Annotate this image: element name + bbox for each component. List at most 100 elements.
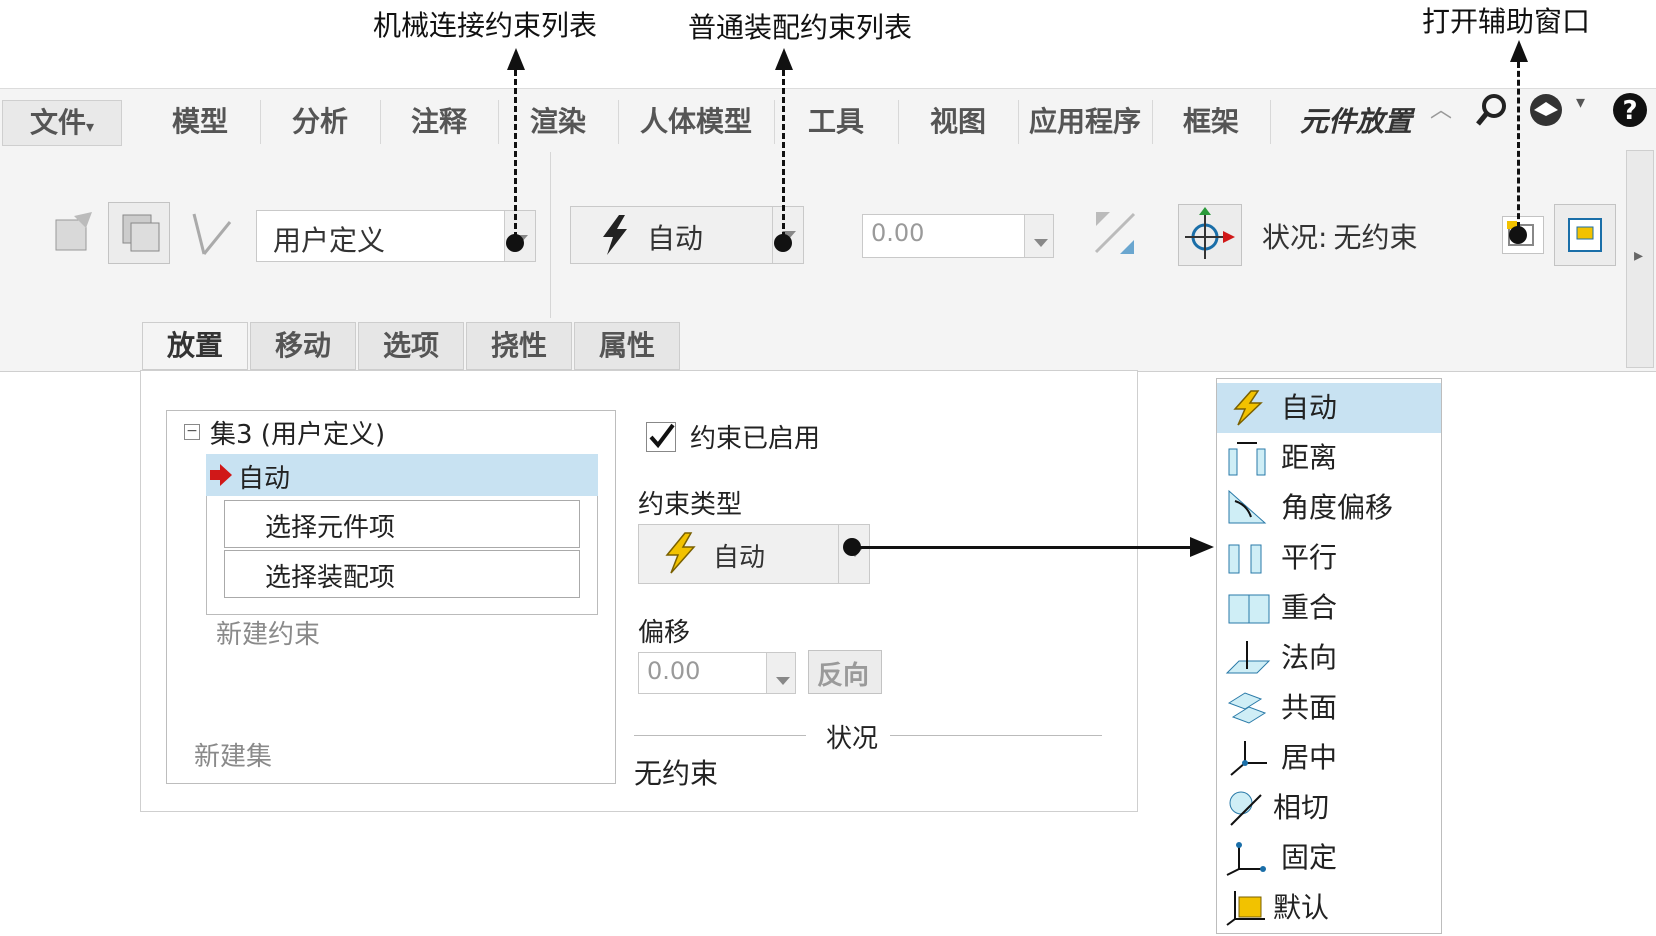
tab-options[interactable]: 选项 bbox=[358, 322, 464, 370]
angle-offset-icon bbox=[1228, 489, 1267, 524]
constraint-enabled-checkbox[interactable] bbox=[646, 422, 676, 452]
community-dropdown-icon[interactable]: ▾ bbox=[1576, 92, 1585, 113]
tab-file[interactable]: 文件▾ bbox=[2, 100, 122, 146]
list-item-tangent[interactable]: 相切 bbox=[1217, 783, 1441, 833]
panel-offset-input[interactable]: 0.00 bbox=[638, 652, 796, 694]
chevron-right-icon: ▸ bbox=[1634, 245, 1644, 266]
toolbar-status: 状况: 无约束 bbox=[1262, 216, 1417, 256]
new-constraint-link[interactable]: 新建约束 bbox=[216, 614, 320, 651]
tab-tools[interactable]: 工具 bbox=[774, 100, 899, 144]
tab-analysis[interactable]: 分析 bbox=[260, 100, 381, 144]
status-label: 状况: bbox=[1262, 221, 1328, 254]
panel-constraint-type-dropdown[interactable]: 自动 bbox=[638, 524, 870, 584]
collapse-ribbon-icon[interactable]: ︿ bbox=[1430, 92, 1452, 124]
chevron-down-icon[interactable] bbox=[766, 653, 795, 693]
motion-axis-icon[interactable] bbox=[184, 208, 236, 258]
new-set-link[interactable]: 新建集 bbox=[194, 736, 272, 773]
list-item-label: 平行 bbox=[1281, 541, 1338, 574]
list-item-label: 角度偏移 bbox=[1281, 491, 1394, 524]
normal-icon bbox=[1225, 641, 1271, 674]
callout-aux-window: 打开辅助窗口 bbox=[1422, 5, 1591, 38]
list-item-distance[interactable]: 距离 bbox=[1217, 433, 1441, 483]
connection-icon[interactable] bbox=[52, 210, 98, 256]
collapse-icon[interactable]: − bbox=[184, 424, 200, 440]
ribbon-divider bbox=[550, 152, 551, 318]
leader-dot bbox=[506, 234, 524, 252]
list-item-label: 共面 bbox=[1281, 691, 1338, 724]
offset-value: 0.00 bbox=[871, 219, 925, 247]
connection-type-dropdown[interactable]: 用户定义 bbox=[256, 210, 536, 262]
list-item-coplanar[interactable]: 共面 bbox=[1217, 683, 1441, 733]
checkmark-icon bbox=[649, 423, 675, 449]
tree-set-label[interactable]: 集3 (用户定义) bbox=[210, 414, 385, 451]
chevron-down-icon: ▾ bbox=[85, 117, 95, 136]
list-item-default[interactable]: 默认 bbox=[1217, 883, 1441, 933]
tab-frame[interactable]: 框架 bbox=[1152, 100, 1271, 144]
tree-selected-row[interactable]: 自动 bbox=[206, 454, 598, 496]
list-item-centered[interactable]: 居中 bbox=[1217, 733, 1441, 783]
leader-arrowhead bbox=[507, 48, 525, 70]
status-value: 无约束 bbox=[1333, 221, 1418, 254]
list-item-label: 距离 bbox=[1281, 441, 1338, 474]
leader-arrowhead bbox=[775, 48, 793, 70]
tab-model[interactable]: 模型 bbox=[140, 100, 261, 144]
connection-type-value: 用户定义 bbox=[273, 224, 386, 257]
default-icon bbox=[1226, 891, 1265, 926]
leader-arrowhead bbox=[1510, 40, 1528, 62]
tab-applications[interactable]: 应用程序 bbox=[1018, 100, 1153, 144]
tab-view[interactable]: 视图 bbox=[898, 100, 1019, 144]
window-icon bbox=[122, 214, 160, 252]
list-item-normal[interactable]: 法向 bbox=[1217, 633, 1441, 683]
centered-icon bbox=[1230, 741, 1267, 776]
leader-dot bbox=[774, 234, 792, 252]
tab-properties[interactable]: 属性 bbox=[574, 322, 680, 370]
tab-file-label: 文件 bbox=[29, 106, 86, 139]
flip-icon[interactable] bbox=[1090, 208, 1140, 258]
list-item-angle-offset[interactable]: 角度偏移 bbox=[1217, 483, 1441, 533]
constraint-type-value: 自动 bbox=[647, 222, 704, 255]
tab-annotate[interactable]: 注释 bbox=[380, 100, 499, 144]
arrow-right-icon bbox=[210, 464, 232, 486]
tab-placement[interactable]: 放置 bbox=[142, 322, 248, 370]
panel-status-value: 无约束 bbox=[634, 757, 719, 790]
constraint-type-dropdown[interactable]: 自动 bbox=[570, 206, 804, 264]
search-icon[interactable] bbox=[1474, 92, 1510, 128]
leader-line bbox=[782, 70, 785, 238]
constraint-enabled-label: 约束已启用 bbox=[690, 424, 821, 454]
flip-label: 反向 bbox=[817, 661, 870, 691]
tab-manikin[interactable]: 人体模型 bbox=[618, 100, 775, 144]
list-item-label: 固定 bbox=[1281, 841, 1338, 874]
list-item-label: 自动 bbox=[1281, 391, 1338, 424]
callout-mechanical: 机械连接约束列表 bbox=[373, 9, 598, 42]
placement-button[interactable] bbox=[1178, 204, 1242, 266]
leader-dot bbox=[1509, 226, 1527, 244]
constraint-type-list: 自动 距离 角度偏移 平行 重合 法向 共面 居中 相切 固定 默认 bbox=[1216, 378, 1442, 934]
chevron-down-icon[interactable] bbox=[1024, 215, 1053, 257]
tab-component-placement[interactable]: 元件放置 bbox=[1286, 100, 1426, 144]
panel-constraint-type-value: 自动 bbox=[713, 543, 766, 573]
offset-label: 偏移 bbox=[638, 618, 691, 648]
list-item-parallel[interactable]: 平行 bbox=[1217, 533, 1441, 583]
svg-text:?: ? bbox=[1622, 96, 1637, 126]
main-window-button[interactable] bbox=[1554, 204, 1616, 266]
community-icon[interactable] bbox=[1526, 90, 1566, 130]
placement-icon bbox=[1185, 207, 1235, 259]
tab-flexibility[interactable]: 挠性 bbox=[466, 322, 572, 370]
flip-button[interactable]: 反向 bbox=[808, 650, 882, 694]
offset-input[interactable]: 0.00 bbox=[862, 214, 1054, 258]
callout-general: 普通装配约束列表 bbox=[688, 11, 913, 44]
status-header: 状况 bbox=[826, 724, 879, 754]
tab-move[interactable]: 移动 bbox=[250, 322, 356, 370]
list-item-fixed[interactable]: 固定 bbox=[1217, 833, 1441, 883]
list-item-coincident[interactable]: 重合 bbox=[1217, 583, 1441, 633]
lightning-bolt-icon bbox=[1233, 390, 1263, 426]
distance-icon bbox=[1228, 442, 1266, 476]
list-item-auto[interactable]: 自动 bbox=[1217, 383, 1441, 433]
lightning-bolt-icon bbox=[665, 532, 696, 574]
list-item-label: 法向 bbox=[1281, 641, 1338, 674]
help-icon[interactable]: ? bbox=[1610, 90, 1650, 130]
ribbon-scrollbar[interactable]: ▸ bbox=[1626, 150, 1654, 368]
list-item-label: 重合 bbox=[1281, 591, 1338, 624]
separate-window-button[interactable] bbox=[108, 202, 170, 264]
leader-line bbox=[1517, 62, 1520, 228]
